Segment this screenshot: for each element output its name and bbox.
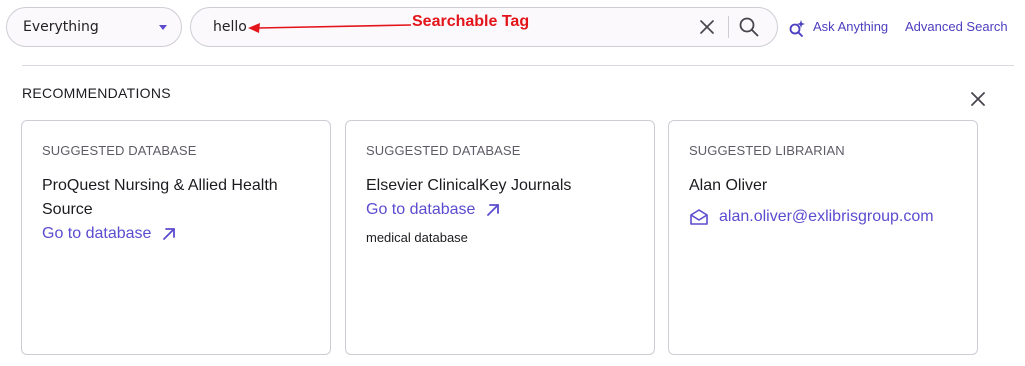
recommendations-heading: RECOMMENDATIONS [22, 85, 171, 101]
recommendation-card: SUGGESTED DATABASE ProQuest Nursing & Al… [21, 120, 331, 355]
close-icon[interactable] [697, 17, 717, 37]
arrow-up-right-icon [163, 228, 176, 240]
annotation-label: Searchable Tag [412, 13, 530, 30]
ask-anything-link[interactable]: Ask Anything [813, 19, 888, 34]
advanced-search-link[interactable]: Advanced Search [905, 19, 1008, 34]
card-title: Elsevier ClinicalKey Journals [366, 177, 572, 194]
chevron-down-icon [159, 24, 167, 30]
card-title: Alan Oliver [689, 177, 768, 194]
sparkle-search-icon[interactable] [787, 18, 807, 38]
link-label: Go to database [366, 201, 476, 218]
card-title: ProQuest Nursing & Allied Health Source [42, 177, 278, 218]
card-type: SUGGESTED DATABASE [366, 143, 521, 158]
scope-value: Everything [23, 19, 99, 35]
go-to-database-link[interactable]: Go to database [42, 222, 177, 246]
header-divider [22, 65, 1014, 66]
recommendation-card: SUGGESTED DATABASE Elsevier ClinicalKey … [345, 120, 655, 355]
card-description: medical database [366, 230, 468, 245]
scope-dropdown[interactable]: Everything [6, 7, 182, 47]
card-type: SUGGESTED DATABASE [42, 143, 197, 158]
link-label: Go to database [42, 225, 152, 242]
envelope-icon [690, 209, 708, 225]
annotation-arrow [248, 23, 411, 33]
search-divider [728, 16, 729, 38]
email-address: alan.oliver@exlibrisgroup.com [719, 208, 934, 225]
arrow-up-right-icon [487, 204, 500, 216]
search-icon[interactable] [737, 15, 761, 39]
recommendation-card: SUGGESTED LIBRARIAN Alan Oliver alan.oli… [668, 120, 978, 355]
close-icon[interactable] [967, 88, 989, 110]
card-type: SUGGESTED LIBRARIAN [689, 143, 845, 158]
go-to-database-link[interactable]: Go to database [366, 198, 501, 222]
librarian-email-link[interactable]: alan.oliver@exlibrisgroup.com [689, 208, 957, 226]
